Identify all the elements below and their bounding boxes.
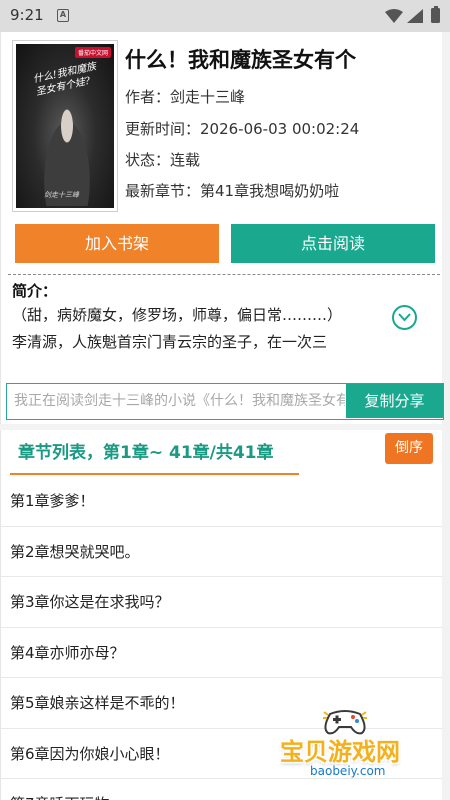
book-cover: 番茄中文网 什么!我和魔族圣女有个娃? 剑走十三峰 xyxy=(12,40,118,212)
intro-text-line-2: 李清源，人族魁首宗门青云宗的圣子，在一次三 xyxy=(12,333,328,351)
cover-badge: 番茄中文网 xyxy=(74,47,111,58)
share-bar: 复制分享 xyxy=(6,383,444,420)
read-now-button[interactable]: 点击阅读 xyxy=(231,224,435,263)
watermark-url: baobeiy.com xyxy=(310,764,386,778)
intro-heading: 简介： xyxy=(12,282,58,300)
copy-share-button[interactable]: 复制分享 xyxy=(346,384,443,418)
add-to-shelf-button[interactable]: 加入书架 xyxy=(15,224,219,263)
wifi-icon xyxy=(385,9,403,23)
notification-icon: A xyxy=(57,9,69,22)
book-author: 作者：剑走十三峰 xyxy=(125,88,246,106)
status-bar: 9:21 A xyxy=(0,0,450,32)
chapter-header-underline xyxy=(10,473,299,475)
cover-title: 什么!我和魔族圣女有个娃? xyxy=(32,61,98,99)
site-watermark: 宝贝游戏网 baobeiy.com xyxy=(272,702,422,784)
section-separator xyxy=(0,424,442,430)
signal-icon xyxy=(407,9,423,23)
watermark-brand: 宝贝游戏网 xyxy=(280,738,400,766)
chapter-list-header: 章节列表，第1章~ 41章/共41章 xyxy=(18,443,274,463)
intro-text-line-1: （甜，病娇魔女，修罗场，师尊，偏日常………） xyxy=(12,306,343,324)
cover-author: 剑走十三峰 xyxy=(44,191,79,199)
chapter-item[interactable]: 第2章想哭就哭吧。 xyxy=(0,527,442,577)
book-updated-time: 更新时间：2026-06-03 00:02:24 xyxy=(125,120,360,138)
chapter-item[interactable]: 第4章亦师亦母？ xyxy=(0,628,442,678)
reverse-order-button[interactable]: 倒序 xyxy=(385,433,433,464)
expand-intro-icon[interactable] xyxy=(392,305,417,330)
chapter-item[interactable]: 第1章爹爹！ xyxy=(0,476,442,527)
book-latest-chapter[interactable]: 最新章节：第41章我想喝奶奶啦 xyxy=(125,180,339,201)
divider xyxy=(8,274,440,275)
cover-image: 番茄中文网 什么!我和魔族圣女有个娃? 剑走十三峰 xyxy=(16,44,114,208)
share-text-field[interactable] xyxy=(7,384,345,418)
chapter-item[interactable]: 第3章你这是在求我吗？ xyxy=(0,577,442,628)
battery-icon xyxy=(431,6,440,23)
status-time: 9:21 xyxy=(10,6,44,24)
book-title: 什么！我和魔族圣女有个 xyxy=(125,48,356,72)
book-status: 状态：连载 xyxy=(125,151,201,169)
